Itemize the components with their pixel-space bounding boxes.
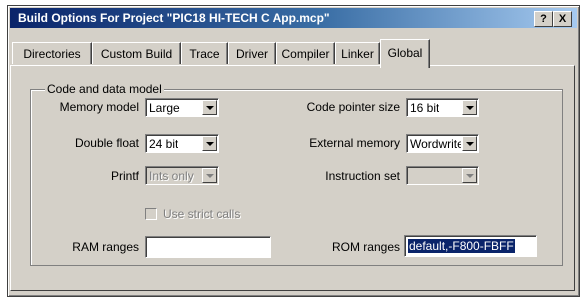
double-float-value: 24 bit: [149, 137, 179, 151]
ram-ranges-label: RAM ranges: [72, 240, 139, 254]
instruction-set-select[interactable]: [406, 166, 479, 185]
tab-custom-build[interactable]: Custom Build: [92, 42, 181, 64]
tab-compiler[interactable]: Compiler: [276, 42, 335, 64]
code-pointer-size-value: 16 bit: [410, 101, 440, 115]
close-button[interactable]: X: [553, 11, 572, 27]
chevron-down-icon[interactable]: [202, 168, 217, 183]
tab-linker[interactable]: Linker: [335, 42, 380, 64]
tab-trace[interactable]: Trace: [181, 42, 228, 64]
double-float-select[interactable]: 24 bit: [145, 134, 219, 153]
memory-model-value: Large: [149, 101, 180, 115]
rom-ranges-value: default,-F800-FBFF: [408, 239, 515, 253]
tab-driver[interactable]: Driver: [228, 42, 276, 64]
help-button[interactable]: ?: [534, 11, 553, 27]
tab-global[interactable]: Global: [380, 39, 430, 68]
use-strict-calls-label: Use strict calls: [163, 207, 241, 221]
use-strict-calls-checkbox[interactable]: [145, 208, 157, 220]
code-pointer-size-label: Code pointer size: [306, 100, 400, 114]
chevron-down-icon[interactable]: [462, 136, 477, 151]
external-memory-value: Wordwrite: [410, 137, 461, 151]
chevron-down-icon[interactable]: [462, 168, 477, 183]
memory-model-label: Memory model: [59, 100, 139, 114]
rom-ranges-input[interactable]: default,-F800-FBFF: [404, 235, 537, 257]
printf-select[interactable]: Ints only: [145, 166, 219, 185]
chevron-down-icon[interactable]: [202, 136, 217, 151]
memory-model-select[interactable]: Large: [145, 98, 219, 117]
code-pointer-size-select[interactable]: 16 bit: [406, 98, 479, 117]
chevron-down-icon[interactable]: [202, 100, 217, 115]
group-label: Code and data model: [45, 82, 164, 96]
double-float-label: Double float: [74, 136, 139, 150]
external-memory-label: External memory: [309, 136, 400, 150]
printf-label: Printf: [110, 169, 139, 183]
window-title: Build Options For Project "PIC18 HI-TECH…: [18, 11, 330, 25]
instruction-set-label: Instruction set: [325, 169, 400, 183]
external-memory-select[interactable]: Wordwrite: [406, 134, 479, 153]
title-bar[interactable]: Build Options For Project "PIC18 HI-TECH…: [10, 8, 577, 28]
ram-ranges-input[interactable]: [145, 236, 271, 258]
printf-value: Ints only: [149, 169, 194, 183]
chevron-down-icon[interactable]: [462, 100, 477, 115]
rom-ranges-label: ROM ranges: [331, 240, 400, 254]
tab-directories[interactable]: Directories: [12, 42, 92, 64]
